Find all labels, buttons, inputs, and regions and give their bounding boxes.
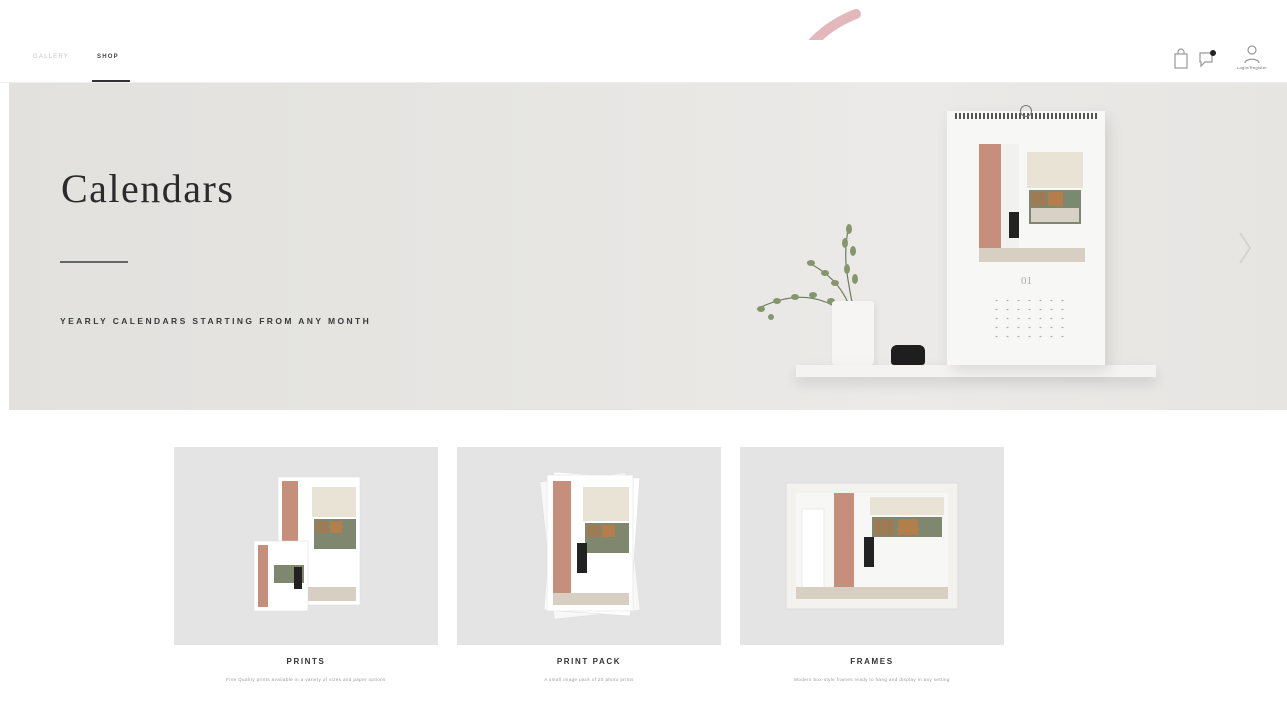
active-tab-indicator bbox=[92, 80, 130, 82]
account-icon bbox=[1244, 45, 1260, 64]
product-image[interactable] bbox=[174, 447, 438, 645]
hero-title: Calendars bbox=[61, 166, 235, 211]
calendar-mockup: 01 bbox=[947, 105, 1105, 365]
tab-gallery[interactable]: GALLERY bbox=[33, 54, 69, 60]
product-description: Fine Quality prints available in a varie… bbox=[226, 677, 386, 682]
notification-dot bbox=[1210, 50, 1216, 56]
chevron-right-icon[interactable] bbox=[1238, 231, 1252, 265]
vase bbox=[832, 301, 874, 365]
product-title[interactable]: FRAMES bbox=[740, 657, 1004, 666]
calendar-ring bbox=[1020, 105, 1032, 117]
nav-icons: Login/Register bbox=[1173, 44, 1275, 74]
product-card-prints[interactable]: PRINTS Fine Quality prints available in … bbox=[174, 447, 438, 715]
top-nav: GALLERY SHOP Login/Register bbox=[0, 40, 1287, 83]
shelf bbox=[796, 365, 1156, 377]
hero-banner[interactable]: Calendars YEARLY CALENDARS STARTING FROM… bbox=[9, 83, 1287, 410]
product-grid: PRINTS Fine Quality prints available in … bbox=[174, 447, 1004, 715]
calendar-month: 01 bbox=[1021, 275, 1032, 287]
product-title[interactable]: PRINTS bbox=[174, 657, 438, 666]
product-card-frames[interactable]: FRAMES Modern box-style frames ready to … bbox=[740, 447, 1004, 715]
tab-shop[interactable]: SHOP bbox=[97, 54, 119, 60]
camera-object bbox=[891, 345, 925, 365]
hero-divider bbox=[60, 261, 128, 263]
account-label: Login/Register bbox=[1237, 65, 1267, 70]
account-button[interactable]: Login/Register bbox=[1229, 44, 1275, 76]
product-title[interactable]: PRINT PACK bbox=[457, 657, 721, 666]
hero-subtitle: YEARLY CALENDARS STARTING FROM ANY MONTH bbox=[60, 316, 372, 326]
product-card-print-pack[interactable]: PRINT PACK A small image pack of 20 phot… bbox=[457, 447, 721, 715]
product-description: Modern box-style frames ready to hang an… bbox=[794, 677, 950, 682]
product-description: A small image pack of 20 photo prints bbox=[544, 677, 634, 682]
calendar-grid bbox=[991, 296, 1067, 342]
cart-icon[interactable] bbox=[1173, 48, 1189, 70]
chat-icon[interactable] bbox=[1197, 48, 1217, 70]
product-image[interactable] bbox=[457, 447, 721, 645]
product-image[interactable] bbox=[740, 447, 1004, 645]
calendar-photo bbox=[979, 144, 1085, 262]
